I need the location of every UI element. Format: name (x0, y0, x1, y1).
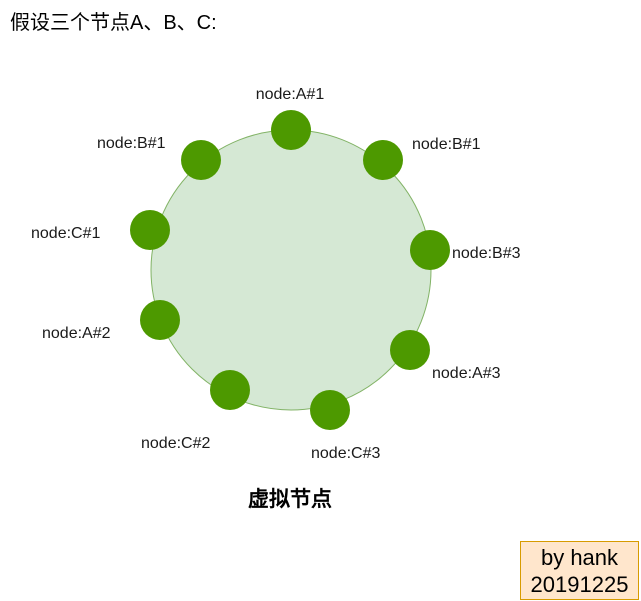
node-b1-left-dot[interactable] (181, 140, 221, 180)
node-a3-dot[interactable] (390, 330, 430, 370)
node-a3-label: node:A#3 (432, 365, 501, 382)
node-c3-label: node:C#3 (311, 445, 380, 462)
node-b3-label: node:B#3 (452, 245, 521, 262)
node-b3-group: node:B#3 (410, 230, 521, 270)
signature-author: by hank (540, 545, 619, 570)
node-c1-group: node:C#1 (31, 210, 170, 250)
node-b1-left-group: node:B#1 (97, 135, 221, 180)
node-c1-label: node:C#1 (31, 225, 100, 242)
node-a2-label: node:A#2 (42, 325, 111, 342)
node-a3-group: node:A#3 (390, 330, 501, 382)
node-b1-right-label: node:B#1 (412, 136, 481, 153)
node-b3-dot[interactable] (410, 230, 450, 270)
node-a1-dot[interactable] (271, 110, 311, 150)
signature-date: 20191225 (530, 572, 629, 597)
diagram-caption: 虚拟节点 (248, 488, 332, 511)
node-a1-label: node:A#1 (256, 86, 325, 103)
node-a2-group: node:A#2 (42, 300, 180, 342)
signature-box: by hank 20191225 (520, 541, 639, 600)
node-c3-group: node:C#3 (310, 390, 380, 462)
node-b1-right-group: node:B#1 (363, 136, 481, 180)
node-b1-right-dot[interactable] (363, 140, 403, 180)
node-b1-left-label: node:B#1 (97, 135, 166, 152)
node-a2-dot[interactable] (140, 300, 180, 340)
node-c2-label: node:C#2 (141, 435, 210, 452)
node-c3-dot[interactable] (310, 390, 350, 430)
node-c2-group: node:C#2 (141, 370, 250, 452)
node-c1-dot[interactable] (130, 210, 170, 250)
node-c2-dot[interactable] (210, 370, 250, 410)
